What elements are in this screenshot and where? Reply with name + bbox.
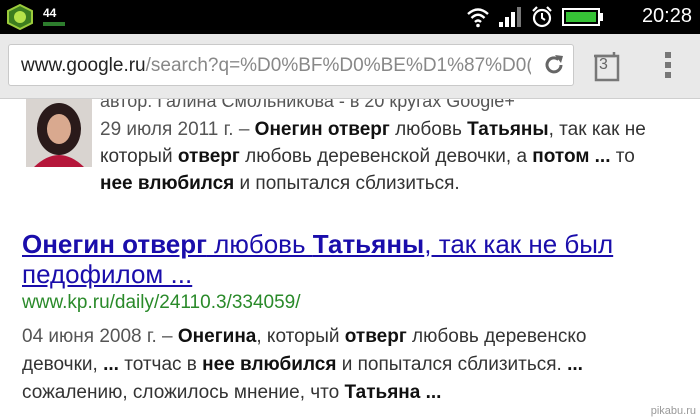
battery-icon	[562, 8, 603, 26]
author-avatar[interactable]	[26, 99, 92, 167]
result-url[interactable]: www.kp.ru/daily/24110.3/334059/	[22, 292, 301, 314]
snippet-line: 04 июня 2008 г. – Онегина, который отвер…	[22, 326, 586, 348]
snippet-bold: отверг	[344, 326, 407, 347]
notification-count: 44	[43, 6, 57, 20]
snippet-bold: отверг	[177, 146, 240, 167]
snippet-line: сожалению, сложилось мнение, что Татьяна…	[22, 382, 441, 404]
snippet-text: сожалению, сложилось мнение, что	[22, 382, 345, 403]
snippet-text: любовь деревенской девочки, а	[239, 146, 533, 167]
snippet-text: , так как не	[548, 119, 646, 140]
snippet-bold: ...	[567, 354, 583, 375]
address-bar[interactable]: www.google.ru/search?q=%D0%BF%D0%BE%D1%8…	[8, 44, 574, 86]
snippet-text: то	[610, 146, 635, 167]
snippet-bold: нее влюбился	[100, 173, 235, 194]
result-date: 04 июня 2008 г. –	[22, 326, 173, 347]
title-text: любовь	[206, 229, 313, 259]
snippet-bold: Татьяны	[467, 119, 549, 140]
snippet-text: любовь	[389, 119, 468, 140]
snippet-text: который	[100, 146, 178, 167]
title-bold: Татьяны	[312, 229, 425, 259]
title-bold: Онегин отверг	[22, 229, 207, 259]
reload-icon	[545, 55, 563, 74]
status-bar: 44 20:28	[0, 0, 700, 34]
snippet-line: 29 июля 2011 г. – Онегин отверг любовь Т…	[100, 119, 646, 141]
reload-button[interactable]	[541, 52, 567, 78]
snippet-text: любовь деревенско	[406, 326, 587, 347]
result-title-link[interactable]: педофилом ...	[22, 259, 192, 290]
url-host: www.google.ru	[21, 55, 146, 76]
snippet-bold: Онегина	[177, 326, 257, 347]
url-text[interactable]: www.google.ru/search?q=%D0%BF%D0%BE%D1%8…	[21, 55, 531, 77]
snippet-bold: ...	[103, 354, 119, 375]
snippet-line: который отверг любовь деревенской девочк…	[100, 146, 635, 168]
system-icons	[466, 5, 604, 29]
snippet-text: тотчас в	[118, 354, 203, 375]
overflow-menu-icon	[665, 52, 671, 78]
snippet-bold: нее влюбился	[202, 354, 337, 375]
notification-badge: 44	[40, 4, 68, 30]
browser-toolbar: www.google.ru/search?q=%D0%BF%D0%BE%D1%8…	[0, 34, 700, 99]
alarm-icon	[532, 6, 552, 28]
snippet-text: , который	[256, 326, 345, 347]
clock: 20:28	[641, 5, 692, 27]
snippet-line: девочки, ... тотчас в нее влюбился и поп…	[22, 354, 583, 376]
title-text: педофилом ...	[22, 259, 193, 289]
wifi-icon	[467, 8, 489, 28]
author-byline[interactable]: автор: Галина Смольникова - в 20 кругах …	[100, 99, 515, 112]
overflow-menu-button[interactable]	[656, 48, 680, 82]
result-date: 29 июля 2011 г. –	[100, 119, 250, 140]
search-results: автор: Галина Смольникова - в 20 кругах …	[0, 99, 700, 420]
snippet-bold: потом ...	[532, 146, 611, 167]
url-path: /search?q=%D0%BF%D0%BE%D1%87%D0(	[145, 55, 531, 76]
snippet-text: девочки,	[22, 354, 104, 375]
signal-icon	[499, 7, 521, 27]
tabs-button[interactable]: 3	[590, 48, 624, 82]
watermark: pikabu.ru	[650, 405, 696, 417]
tabs-count: 3	[599, 56, 608, 73]
snippet-bold: Онегин отверг	[254, 119, 390, 140]
snippet-line: нее влюбился и попытался сблизиться.	[100, 173, 460, 195]
title-text: , так как не был	[424, 229, 614, 259]
snippet-bold: Татьяна ...	[344, 382, 442, 403]
app-shield-icon	[6, 3, 34, 31]
notification-bar	[43, 22, 65, 26]
result-title-link[interactable]: Онегин отверг любовь Татьяны, так как не…	[22, 229, 613, 260]
snippet-text: и попытался сблизиться.	[234, 173, 460, 194]
snippet-text: и попытался сблизиться.	[336, 354, 568, 375]
